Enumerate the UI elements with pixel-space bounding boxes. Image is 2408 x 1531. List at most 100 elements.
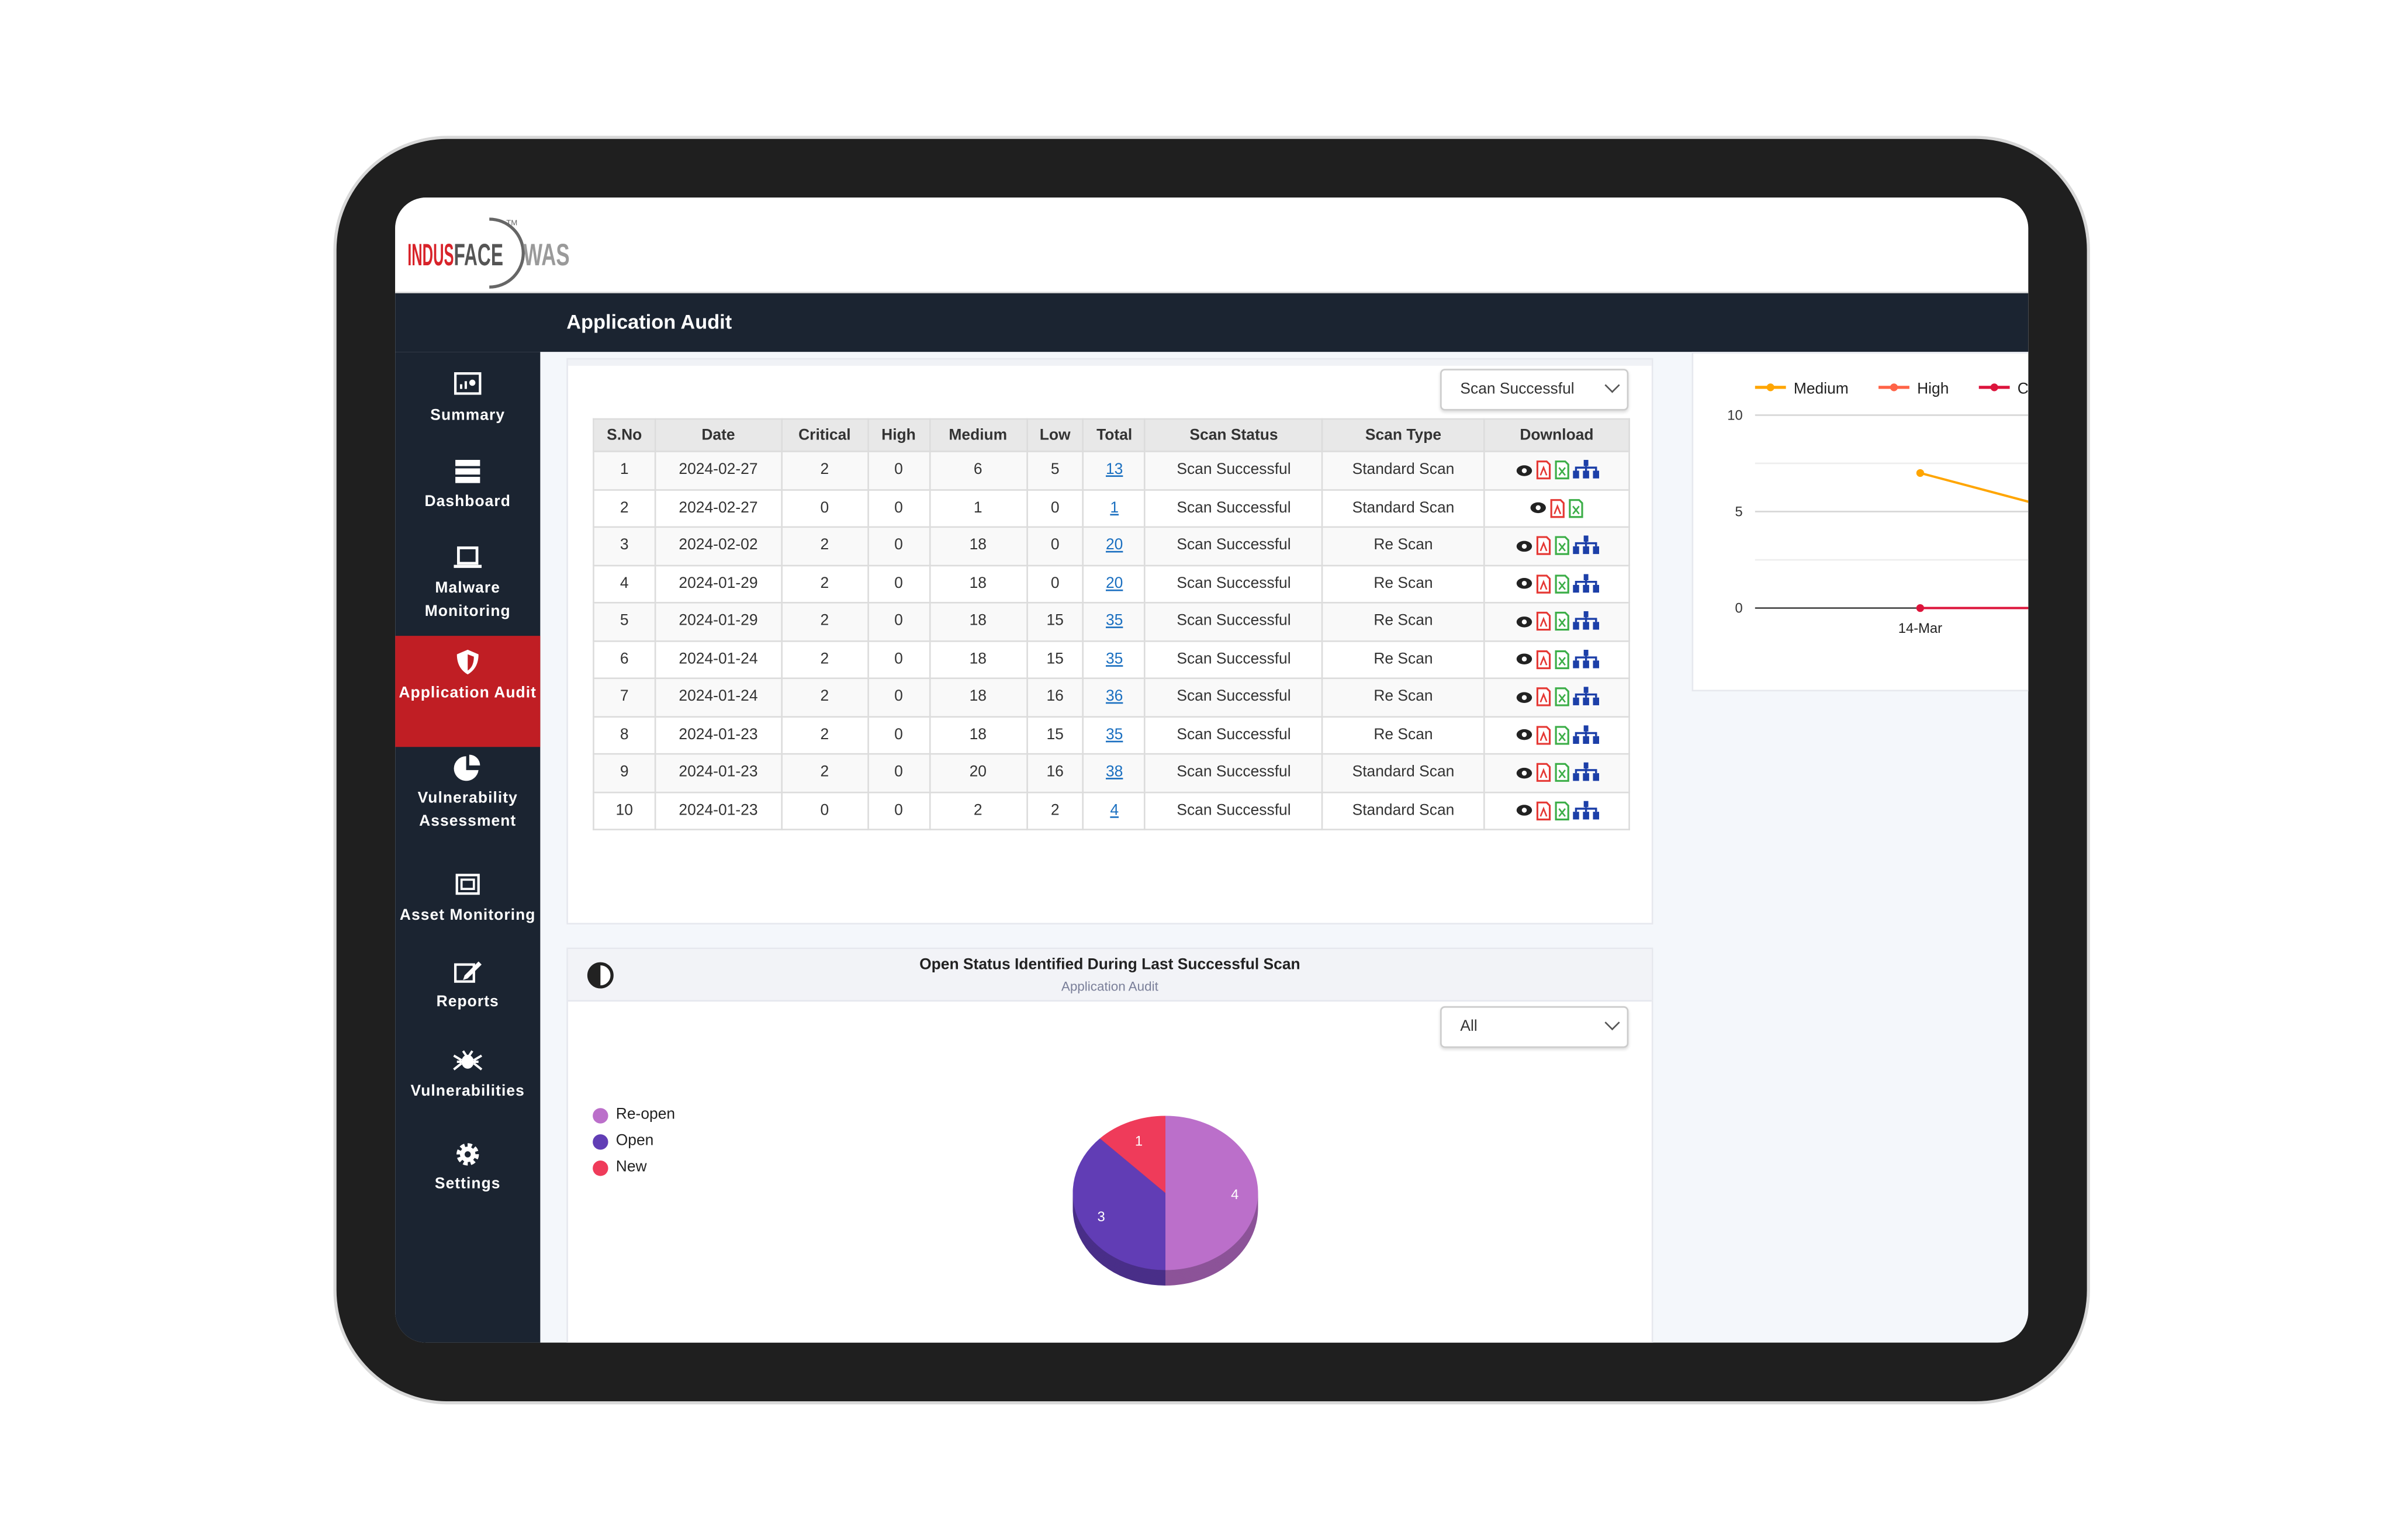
eye-icon[interactable] [1515,729,1532,741]
eye-icon[interactable] [1515,804,1532,816]
excel-icon[interactable] [1554,725,1569,744]
legend-label[interactable]: Critical [2018,379,2028,397]
total-link[interactable]: 35 [1106,613,1123,630]
eye-icon[interactable] [1530,501,1546,514]
pdf-icon[interactable] [1535,763,1550,782]
cell: 2 [593,488,656,528]
excel-icon[interactable] [1554,649,1569,669]
cell: 2 [780,677,869,717]
excel-icon[interactable] [1554,535,1569,555]
data-point-medium[interactable] [1916,469,1925,477]
svg-text:FACE: FACE [454,238,503,272]
total-link[interactable]: 20 [1106,575,1123,592]
cell: Re Scan [1321,526,1485,566]
cell: 0 [867,488,930,528]
total-link[interactable]: 4 [1110,802,1119,819]
cell: 2 [780,753,869,793]
legend-label[interactable]: High [1917,379,1949,397]
column-header: Scan Type [1321,418,1485,452]
sitemap-icon[interactable] [1572,460,1599,480]
server-icon [455,460,480,483]
sidebar-item-application-audit[interactable]: Application Audit [395,636,541,747]
sitemap-icon[interactable] [1572,687,1599,706]
legend-label[interactable]: Medium [1794,379,1849,397]
severity-line-chart: 0 5 10 14-Mar Medium High Critical [1727,379,2029,636]
pdf-icon[interactable] [1535,535,1550,555]
pdf-icon[interactable] [1550,498,1565,518]
sitemap-icon[interactable] [1572,800,1599,820]
sitemap-icon[interactable] [1572,762,1599,782]
cell: Scan Successful [1144,488,1323,528]
trend-chart-card: 0 5 10 14-Mar Medium High Critical [1691,352,2029,692]
cell: 2 [780,639,869,680]
cell-total: 38 [1082,753,1146,793]
excel-icon[interactable] [1554,763,1569,782]
cell: 2024-02-02 [654,526,783,566]
cell-total: 1 [1082,488,1146,528]
total-link[interactable]: 35 [1106,726,1123,743]
cell: 1 [593,451,656,490]
scan-status-select[interactable]: Scan Successful [1440,369,1629,411]
sitemap-icon[interactable] [1572,573,1599,593]
sitemap-icon[interactable] [1572,649,1599,669]
cell: Scan Successful [1144,564,1323,604]
sidebar-item-vulnerabilities[interactable]: Vulnerabilities [395,1040,540,1117]
cell: Scan Successful [1144,639,1323,680]
eye-icon[interactable] [1515,539,1532,552]
eye-icon[interactable] [1515,464,1532,476]
excel-icon[interactable] [1554,573,1569,593]
eye-icon[interactable] [1515,615,1532,627]
table-row: 1 2024-02-27 2 0 6 5 13 Scan Successful Standard… [593,451,1630,490]
sidebar-item-vulnerability-assessment[interactable]: Vulnerability Assessment [395,747,540,846]
cell: 18 [928,677,1027,717]
pdf-icon[interactable] [1535,725,1550,744]
total-link[interactable]: 38 [1106,764,1123,781]
eye-icon[interactable] [1515,577,1532,590]
total-link[interactable]: 20 [1106,538,1123,555]
sidebar-item-asset-monitoring[interactable]: Asset Monitoring [395,864,540,941]
excel-icon[interactable] [1554,687,1569,706]
sidebar-item-dashboard[interactable]: Dashboard [395,451,540,528]
pdf-icon[interactable] [1535,800,1550,820]
pdf-icon[interactable] [1535,460,1550,480]
pdf-icon[interactable] [1535,649,1550,669]
sitemap-icon[interactable] [1572,611,1599,631]
sidebar-item-reports[interactable]: Reports [395,951,540,1028]
y-tick-label: 5 [1735,504,1742,519]
sitemap-icon[interactable] [1572,724,1599,744]
column-header: Scan Status [1144,418,1323,452]
pdf-icon[interactable] [1535,687,1550,706]
eye-icon[interactable] [1515,766,1532,778]
sidebar-item-settings[interactable]: Settings [395,1132,540,1210]
cell: 15 [1026,715,1085,755]
eye-icon[interactable] [1515,653,1532,665]
edit-icon [454,961,482,983]
indusface-logo[interactable]: INDUS FACE WAS TM [407,213,593,290]
total-link[interactable]: 36 [1106,689,1123,706]
excel-icon[interactable] [1554,460,1569,480]
total-link[interactable]: 1 [1110,500,1119,517]
cell-total: 13 [1082,451,1146,490]
cell: 0 [867,715,930,755]
cell: Standard Scan [1321,753,1485,793]
sidebar-item-malware-monitoring[interactable]: Malware Monitoring [395,537,540,636]
cell: 2 [780,564,869,604]
cell-download [1483,451,1630,490]
total-link[interactable]: 13 [1106,462,1123,479]
eye-icon[interactable] [1515,691,1532,703]
table-row: 5 2024-01-29 2 0 18 15 35 Scan Successful Re Sca… [593,602,1630,642]
legend-marker [1990,383,1998,392]
data-point-critical[interactable] [1916,604,1925,612]
cell-download [1483,602,1630,642]
sitemap-icon[interactable] [1572,535,1599,555]
cell: 0 [867,791,930,830]
pdf-icon[interactable] [1535,573,1550,593]
excel-icon[interactable] [1554,611,1569,631]
sidebar-item-summary[interactable]: Summary [395,364,540,441]
excel-icon[interactable] [1568,498,1583,518]
table-row: 4 2024-01-29 2 0 18 0 20 Scan Successful Re Scan [593,564,1630,604]
pdf-icon[interactable] [1535,611,1550,631]
column-header: High [867,418,930,452]
excel-icon[interactable] [1554,800,1569,820]
total-link[interactable]: 35 [1106,651,1123,668]
